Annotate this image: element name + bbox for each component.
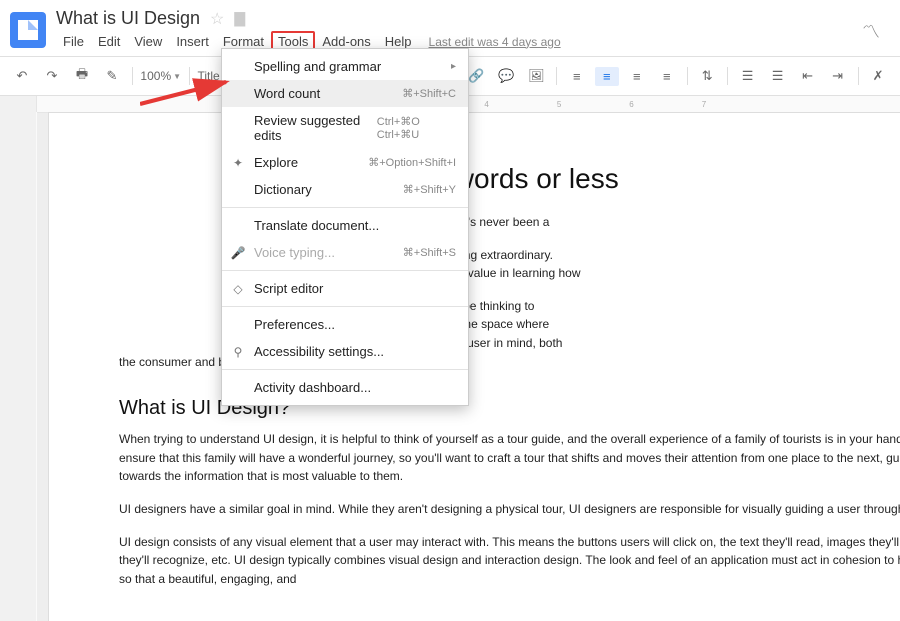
- print-button[interactable]: 🖶: [70, 63, 94, 89]
- paint-format-button[interactable]: ✎: [100, 66, 124, 86]
- outline-rail: [0, 96, 37, 621]
- tools-menu-item[interactable]: ⚲Accessibility settings...: [222, 338, 468, 365]
- tools-menu-item[interactable]: Word count⌘+Shift+C: [222, 80, 468, 107]
- redo-button[interactable]: ↷: [40, 66, 64, 86]
- bulleted-list-button[interactable]: ☰: [766, 66, 790, 86]
- menu-insert[interactable]: Insert: [169, 31, 216, 52]
- tools-menu-item[interactable]: ✦Explore⌘+Option+Shift+I: [222, 149, 468, 176]
- last-edit-info[interactable]: Last edit was 4 days ago: [429, 35, 561, 49]
- docs-logo[interactable]: [10, 12, 46, 48]
- folder-icon[interactable]: ▇: [234, 10, 245, 27]
- align-left-button[interactable]: ≡: [565, 67, 589, 86]
- doc-paragraph: UI design consists of any visual element…: [119, 533, 900, 589]
- align-right-button[interactable]: ≡: [625, 67, 649, 86]
- line-spacing-button[interactable]: ⇅: [695, 66, 719, 86]
- clear-format-button[interactable]: ✗: [866, 66, 890, 86]
- decrease-indent-button[interactable]: ⇤: [796, 66, 820, 86]
- tools-dropdown: Spelling and grammar▸Word count⌘+Shift+C…: [221, 48, 469, 406]
- tools-menu-item[interactable]: ◇Script editor: [222, 275, 468, 302]
- undo-button[interactable]: ↶: [10, 66, 34, 86]
- doc-paragraph: When trying to understand UI design, it …: [119, 430, 900, 486]
- tools-menu-item[interactable]: Translate document...: [222, 212, 468, 239]
- tools-menu-item[interactable]: Spelling and grammar▸: [222, 53, 468, 80]
- document-title[interactable]: What is UI Design: [56, 8, 200, 29]
- tools-menu-item: 🎤Voice typing...⌘+Shift+S: [222, 239, 468, 266]
- image-button[interactable]: 🖼: [524, 66, 548, 86]
- document-page[interactable]: UI Design in 500 words or less nnected, …: [49, 113, 900, 621]
- activity-trend-icon[interactable]: 〽: [862, 18, 880, 44]
- star-icon[interactable]: ☆: [210, 9, 224, 29]
- tools-menu-item[interactable]: Dictionary⌘+Shift+Y: [222, 176, 468, 203]
- increase-indent-button[interactable]: ⇥: [826, 66, 850, 86]
- numbered-list-button[interactable]: ☰: [736, 66, 760, 86]
- zoom-select[interactable]: 100%▼: [140, 69, 181, 83]
- menu-edit[interactable]: Edit: [91, 31, 127, 52]
- menu-file[interactable]: File: [56, 31, 91, 52]
- align-justify-button[interactable]: ≡: [655, 67, 679, 86]
- doc-paragraph: UI designers have a similar goal in mind…: [119, 500, 900, 519]
- tools-menu-item[interactable]: Activity dashboard...: [222, 374, 468, 401]
- tools-menu-item[interactable]: Review suggested editsCtrl+⌘O Ctrl+⌘U: [222, 107, 468, 149]
- tools-menu-item[interactable]: Preferences...: [222, 311, 468, 338]
- comment-button[interactable]: 💬: [494, 66, 518, 86]
- align-center-button[interactable]: ≡: [595, 67, 619, 86]
- menu-view[interactable]: View: [127, 31, 169, 52]
